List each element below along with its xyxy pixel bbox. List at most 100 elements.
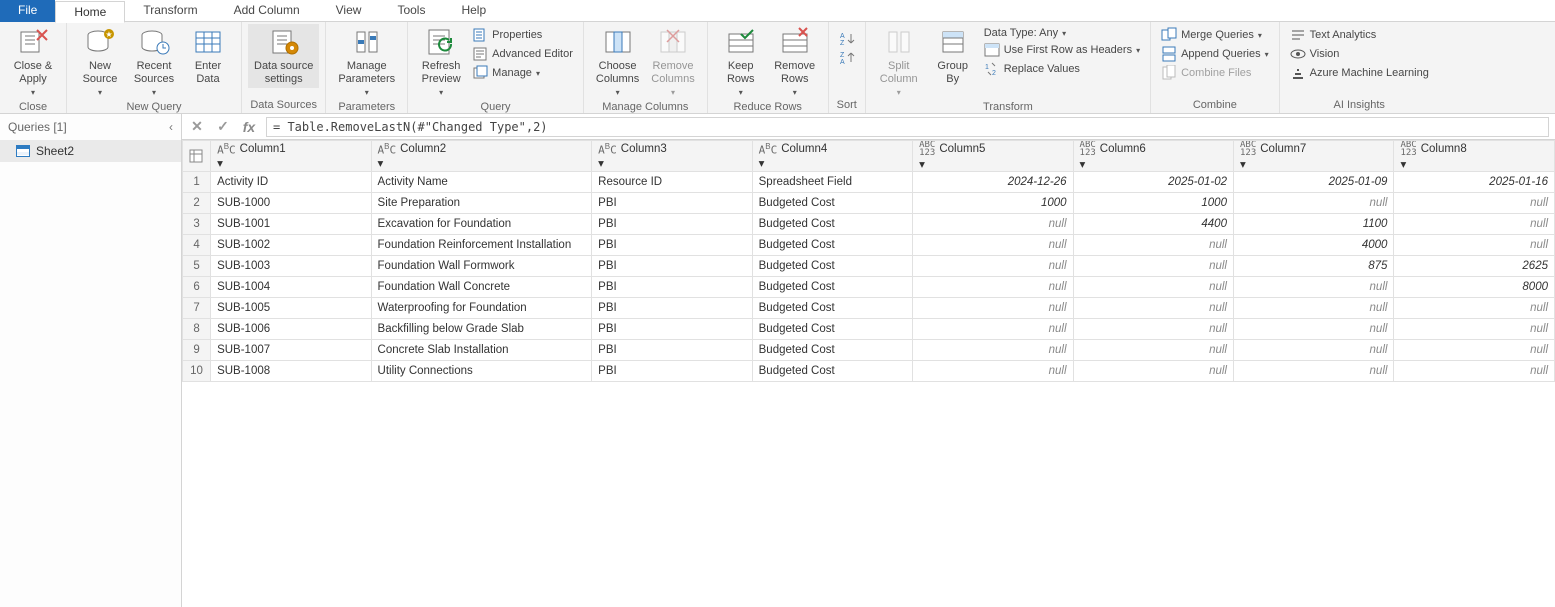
column-header-column3[interactable]: ABCColumn3 ▾ (592, 141, 752, 172)
cell[interactable]: PBI (592, 298, 752, 319)
cancel-formula-button[interactable]: ✕ (188, 118, 206, 135)
cell[interactable]: null (1233, 193, 1393, 214)
cell[interactable]: SUB-1006 (211, 319, 371, 340)
cell[interactable]: Budgeted Cost (752, 235, 912, 256)
remove-rows-button[interactable]: Remove Rows ▾ (768, 24, 822, 101)
cell[interactable]: 875 (1233, 256, 1393, 277)
cell[interactable]: null (1394, 193, 1555, 214)
cell[interactable]: Budgeted Cost (752, 193, 912, 214)
cell[interactable]: Spreadsheet Field (752, 172, 912, 193)
cell[interactable]: 4400 (1073, 214, 1233, 235)
column-filter-button[interactable]: ▾ (919, 159, 925, 171)
tab-help[interactable]: Help (443, 0, 504, 22)
column-filter-button[interactable]: ▾ (1400, 159, 1406, 171)
column-header-column1[interactable]: ABCColumn1 ▾ (211, 141, 371, 172)
commit-formula-button[interactable]: ✓ (214, 118, 232, 135)
cell[interactable]: SUB-1008 (211, 361, 371, 382)
cell[interactable]: null (1233, 340, 1393, 361)
azure-ml-button[interactable]: Azure Machine Learning (1286, 64, 1433, 82)
cell[interactable]: Utility Connections (371, 361, 592, 382)
keep-rows-button[interactable]: Keep Rows ▾ (714, 24, 768, 101)
properties-button[interactable]: Properties (468, 26, 577, 44)
cell[interactable]: Excavation for Foundation (371, 214, 592, 235)
row-number[interactable]: 5 (183, 256, 211, 277)
replace-values-button[interactable]: 12Replace Values (980, 60, 1144, 78)
tab-add-column[interactable]: Add Column (216, 0, 318, 22)
cell[interactable]: Budgeted Cost (752, 361, 912, 382)
cell[interactable]: 1000 (913, 193, 1073, 214)
cell[interactable]: PBI (592, 319, 752, 340)
cell[interactable]: null (1233, 298, 1393, 319)
row-number[interactable]: 3 (183, 214, 211, 235)
column-header-column8[interactable]: ABC123Column8 ▾ (1394, 141, 1555, 172)
advanced-editor-button[interactable]: Advanced Editor (468, 45, 577, 63)
vision-button[interactable]: Vision (1286, 45, 1433, 63)
cell[interactable]: Foundation Wall Concrete (371, 277, 592, 298)
collapse-sidebar-button[interactable]: ‹ (169, 120, 173, 134)
select-all-corner[interactable] (183, 141, 211, 172)
cell[interactable]: Waterproofing for Foundation (371, 298, 592, 319)
append-queries-button[interactable]: Append Queries ▾ (1157, 45, 1273, 63)
row-number[interactable]: 1 (183, 172, 211, 193)
row-number[interactable]: 9 (183, 340, 211, 361)
column-filter-button[interactable]: ▾ (1080, 159, 1086, 171)
cell[interactable]: PBI (592, 340, 752, 361)
cell[interactable]: null (1233, 277, 1393, 298)
cell[interactable]: null (1394, 361, 1555, 382)
data-source-settings-button[interactable]: Data source settings (248, 24, 319, 88)
column-header-column5[interactable]: ABC123Column5 ▾ (913, 141, 1073, 172)
cell[interactable]: null (913, 298, 1073, 319)
column-filter-button[interactable]: ▾ (217, 158, 223, 170)
cell[interactable]: SUB-1003 (211, 256, 371, 277)
sort-desc-button[interactable]: ZA (835, 49, 859, 67)
group-by-button[interactable]: Group By (926, 24, 980, 88)
cell[interactable]: Budgeted Cost (752, 256, 912, 277)
merge-queries-button[interactable]: Merge Queries ▾ (1157, 26, 1273, 44)
cell[interactable]: PBI (592, 361, 752, 382)
cell[interactable]: SUB-1007 (211, 340, 371, 361)
column-header-column7[interactable]: ABC123Column7 ▾ (1233, 141, 1393, 172)
data-grid[interactable]: ABCColumn1 ▾ ABCColumn2 ▾ ABCColumn3 ▾ A… (182, 140, 1555, 607)
cell[interactable]: 8000 (1394, 277, 1555, 298)
cell[interactable]: Budgeted Cost (752, 340, 912, 361)
cell[interactable]: Budgeted Cost (752, 214, 912, 235)
row-number[interactable]: 8 (183, 319, 211, 340)
formula-input[interactable] (266, 117, 1549, 137)
cell[interactable]: null (913, 361, 1073, 382)
manage-parameters-button[interactable]: Manage Parameters ▾ (332, 24, 401, 101)
cell[interactable]: PBI (592, 277, 752, 298)
sort-asc-button[interactable]: AZ (835, 30, 859, 48)
cell[interactable]: null (1233, 361, 1393, 382)
row-number[interactable]: 7 (183, 298, 211, 319)
cell[interactable]: null (913, 214, 1073, 235)
cell[interactable]: null (913, 277, 1073, 298)
cell[interactable]: null (1394, 235, 1555, 256)
close-apply-button[interactable]: Close & Apply ▾ (6, 24, 60, 101)
column-filter-button[interactable]: ▾ (759, 158, 765, 170)
first-row-headers-button[interactable]: Use First Row as Headers ▾ (980, 41, 1144, 59)
row-number[interactable]: 4 (183, 235, 211, 256)
cell[interactable]: SUB-1004 (211, 277, 371, 298)
cell[interactable]: 1000 (1073, 193, 1233, 214)
cell[interactable]: null (1073, 277, 1233, 298)
column-header-column6[interactable]: ABC123Column6 ▾ (1073, 141, 1233, 172)
query-item-sheet2[interactable]: Sheet2 (0, 140, 181, 162)
cell[interactable]: null (913, 319, 1073, 340)
recent-sources-button[interactable]: Recent Sources ▾ (127, 24, 181, 101)
cell[interactable]: null (1394, 298, 1555, 319)
cell[interactable]: Budgeted Cost (752, 298, 912, 319)
cell[interactable]: Budgeted Cost (752, 319, 912, 340)
cell[interactable]: Resource ID (592, 172, 752, 193)
column-filter-button[interactable]: ▾ (1240, 159, 1246, 171)
refresh-preview-button[interactable]: Refresh Preview ▾ (414, 24, 468, 101)
cell[interactable]: SUB-1001 (211, 214, 371, 235)
tab-file[interactable]: File (0, 0, 55, 22)
cell[interactable]: Budgeted Cost (752, 277, 912, 298)
cell[interactable]: Backfilling below Grade Slab (371, 319, 592, 340)
cell[interactable]: 2024-12-26 (913, 172, 1073, 193)
cell[interactable]: 2025-01-09 (1233, 172, 1393, 193)
remove-columns-button[interactable]: Remove Columns ▾ (645, 24, 700, 101)
data-type-button[interactable]: Data Type: Any ▾ (980, 26, 1144, 40)
row-number[interactable]: 6 (183, 277, 211, 298)
row-number[interactable]: 10 (183, 361, 211, 382)
